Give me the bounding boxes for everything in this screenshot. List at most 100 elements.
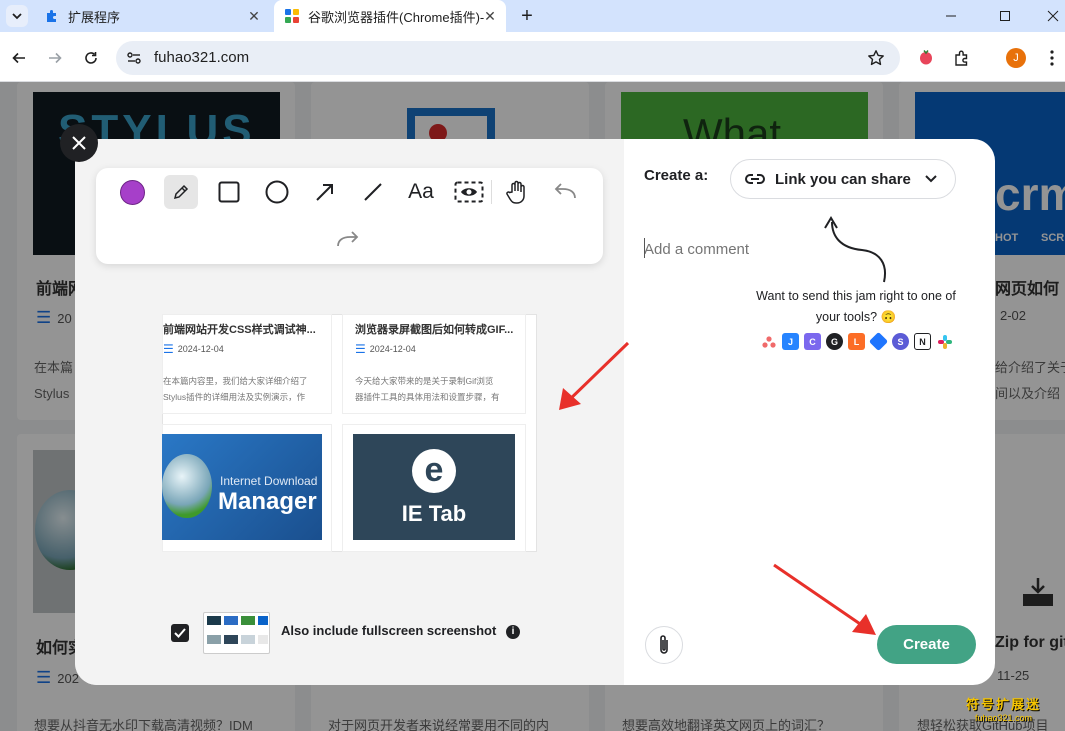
upside-down-face-icon: 🙃 [880,310,897,324]
preview-image-idm: Internet Download Manager [162,434,322,540]
mini-thumb [224,635,238,644]
profile-avatar[interactable]: J [1006,48,1026,68]
list-icon: ☰ [163,342,174,356]
preview-card-desc: Stylus插件的详细用法及实例演示，作 [163,392,306,402]
redo-button[interactable] [331,223,365,257]
new-tab-button[interactable]: + [514,3,540,29]
asana-icon[interactable] [760,333,777,350]
watermark: 符号扩展迷 fuhao321.com [966,694,1041,723]
close-tab-icon[interactable]: ✕ [482,8,498,24]
share-type-label: Link you can share [775,170,911,188]
preview-image-text: IE Tab [401,501,467,526]
preview-date-text: 2024-12-04 [177,344,224,354]
checkmark-icon [174,628,186,638]
preview-card-date: ☰ 2024-12-04 [163,342,224,356]
back-arrow-icon [12,52,25,64]
linear-icon[interactable] [868,331,889,352]
extensions-button[interactable] [946,42,978,74]
maximize-button[interactable] [982,0,1028,32]
circle-tool-button[interactable] [260,175,294,209]
tab-chrome-plugins[interactable]: 谷歌浏览器插件(Chrome插件)- ✕ [274,0,506,32]
pen-icon [173,184,189,200]
paperclip-icon [660,635,668,654]
line-icon [364,183,382,201]
preview-card: 前端网站开发CSS样式调试神... ☰ 2024-12-04 在本篇内容里，我们… [162,314,332,414]
bookmark-star-button[interactable] [860,42,892,74]
share-type-dropdown[interactable]: Link you can share [730,159,956,199]
minimize-icon [946,15,956,17]
comment-input[interactable] [644,238,944,260]
rectangle-icon [218,181,240,203]
shortcut-icon[interactable]: S [892,333,909,350]
puzzle-icon [47,10,56,22]
close-window-button[interactable] [1030,0,1065,32]
line-tool-button[interactable] [356,175,390,209]
attach-file-button[interactable] [645,626,683,664]
list-icon: ☰ [355,342,366,356]
star-icon [868,50,884,66]
tab-search-button[interactable] [6,5,28,27]
preview-image-ietab: e IE Tab [353,434,515,540]
hand-icon [506,180,525,204]
mini-thumb [224,616,238,625]
reload-icon [85,52,97,64]
mini-thumb [258,616,268,625]
blur-tool-button[interactable] [452,175,486,209]
pen-tool-button[interactable] [164,175,198,209]
maximize-icon [1000,11,1010,21]
gitlab-icon[interactable]: L [848,333,865,350]
include-fullscreen-label[interactable]: Also include fullscreen screenshot [281,623,496,638]
jam-extension-button[interactable] [910,42,942,74]
hand-tool-button[interactable] [500,175,534,209]
preview-image-text: Manager [218,488,317,515]
watermark-title: 符号扩展迷 [966,697,1042,712]
github-icon[interactable]: G [826,333,843,350]
undo-icon [554,183,576,199]
color-picker-button[interactable] [115,175,149,209]
jam-logo-icon [920,50,932,65]
tab-extensions[interactable]: 扩展程序 ✕ [34,0,270,32]
site-info-icon[interactable] [124,48,144,68]
notion-icon[interactable]: N [914,333,931,350]
forward-arrow-icon [49,52,62,64]
preview-image-text: Internet Download [220,474,318,488]
create-label: Create a: [644,167,709,184]
minimize-button[interactable] [928,0,974,32]
slack-icon[interactable] [936,333,953,350]
tab-title: 谷歌浏览器插件(Chrome插件)- [308,9,485,25]
rectangle-tool-button[interactable] [212,175,246,209]
include-fullscreen-checkbox[interactable] [171,624,189,642]
preview-card-desc: 今天给大家带来的是关于录制Gif浏览 [355,376,494,386]
text-tool-button[interactable]: Aa [404,175,438,209]
mini-thumb [258,635,268,644]
watermark-url: fuhao321.com [974,713,1033,723]
integrations-prompt: Want to send this jam right to one of yo… [745,286,967,328]
annotation-arrow-left [559,341,630,410]
color-swatch-icon [119,179,145,205]
undo-button[interactable] [548,175,582,209]
clickup-icon[interactable]: C [804,333,821,350]
info-icon[interactable]: i [506,625,520,639]
arrow-tool-button[interactable] [308,175,342,209]
jira-icon[interactable]: J [782,333,799,350]
forward-button[interactable] [39,42,71,74]
close-tab-icon[interactable]: ✕ [246,8,262,24]
preview-card-desc: 器插件工具的具体用法和设置步骤，有 [355,392,500,402]
reload-button[interactable] [75,42,107,74]
link-icon [745,174,765,184]
puzzle-icon [955,50,968,66]
preview-card-date: ☰ 2024-12-04 [355,342,416,356]
mini-thumb [241,616,255,625]
fullscreen-thumbnail [203,612,270,654]
back-button[interactable] [3,42,35,74]
preview-card-title: 浏览器录屏截图后如何转成GIF... [355,324,514,336]
url-text[interactable]: fuhao321.com [154,49,249,66]
chrome-menu-button[interactable] [1036,42,1065,74]
close-modal-button[interactable] [60,124,98,162]
integrations-row: J C G L S N [760,331,953,352]
create-button[interactable]: Create [877,625,976,664]
tab-title: 扩展程序 [68,9,121,25]
preview-card-desc: 在本篇内容里，我们给大家详细介绍了 [163,376,308,386]
integrations-prompt-text: Want to send this jam right to one of yo… [756,289,956,324]
annotation-arrow-right [773,563,876,635]
